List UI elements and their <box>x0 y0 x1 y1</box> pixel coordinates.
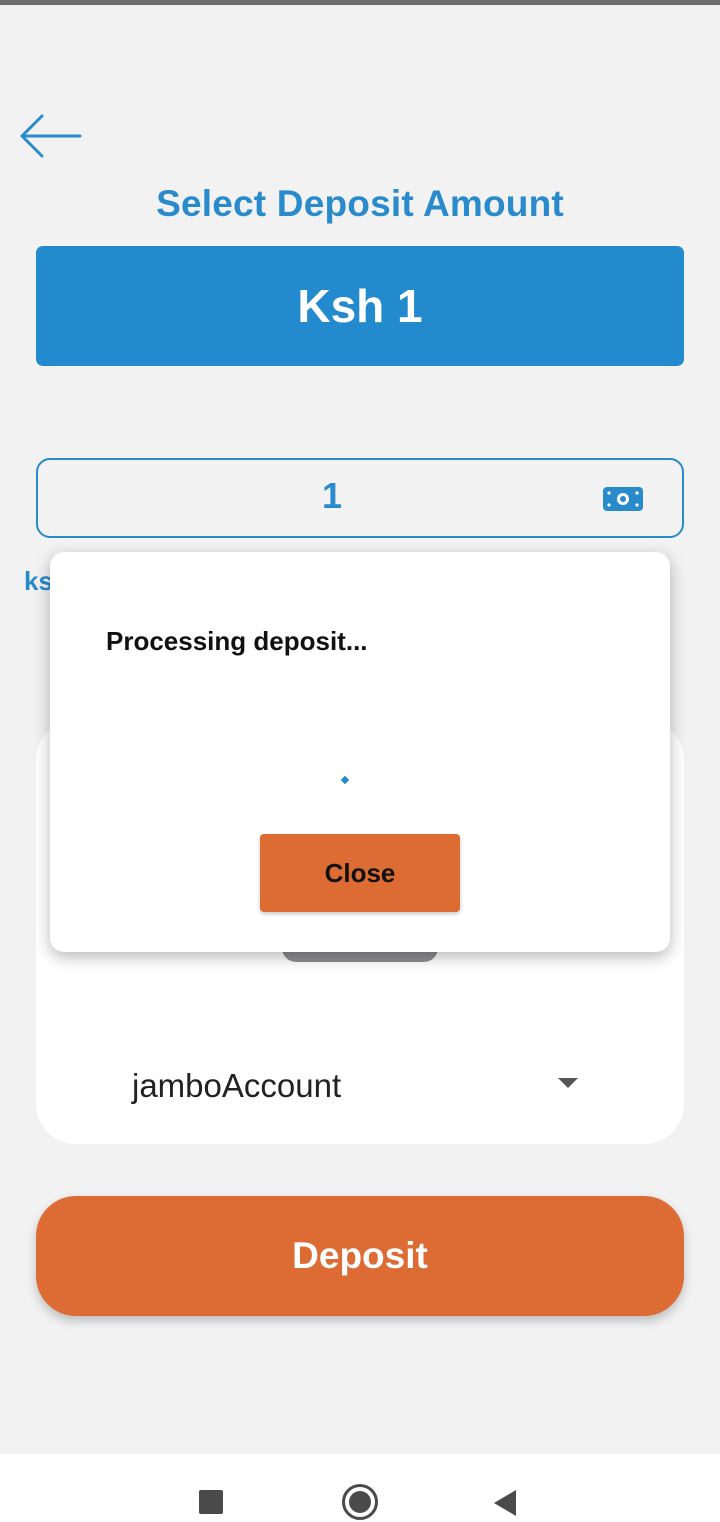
dialog-message: Processing deposit... <box>106 626 368 656</box>
system-navigation-bar <box>0 1454 720 1522</box>
status-bar-edge <box>0 0 720 5</box>
page-title: Select Deposit Amount <box>156 183 564 224</box>
account-dropdown-value: jamboAccount <box>132 1067 342 1104</box>
account-dropdown[interactable]: jamboAccount <box>132 1056 592 1116</box>
loading-spinner-icon <box>340 775 350 785</box>
amount-display-banner: Ksh 1 <box>36 246 684 366</box>
amount-input-value[interactable]: 1 <box>38 460 626 536</box>
square-recents-icon[interactable] <box>199 1490 223 1514</box>
amount-input-field[interactable]: 1 <box>36 458 684 538</box>
back-button[interactable] <box>14 108 86 164</box>
cash-icon <box>603 487 643 511</box>
amount-display-text: Ksh 1 <box>297 280 423 332</box>
deposit-button[interactable]: Deposit <box>36 1196 684 1316</box>
dropdown-arrow-icon <box>558 1078 578 1088</box>
triangle-back-icon[interactable] <box>494 1490 516 1516</box>
deposit-button-label: Deposit <box>292 1235 428 1276</box>
processing-dialog: Processing deposit... Close <box>50 552 670 952</box>
close-button-label: Close <box>324 857 396 888</box>
close-button[interactable]: Close <box>260 834 460 912</box>
arrow-left-icon <box>20 114 82 158</box>
home-icon-inner <box>349 1491 371 1513</box>
circle-home-icon[interactable] <box>342 1484 378 1520</box>
currency-hint-label: ks <box>24 566 53 596</box>
